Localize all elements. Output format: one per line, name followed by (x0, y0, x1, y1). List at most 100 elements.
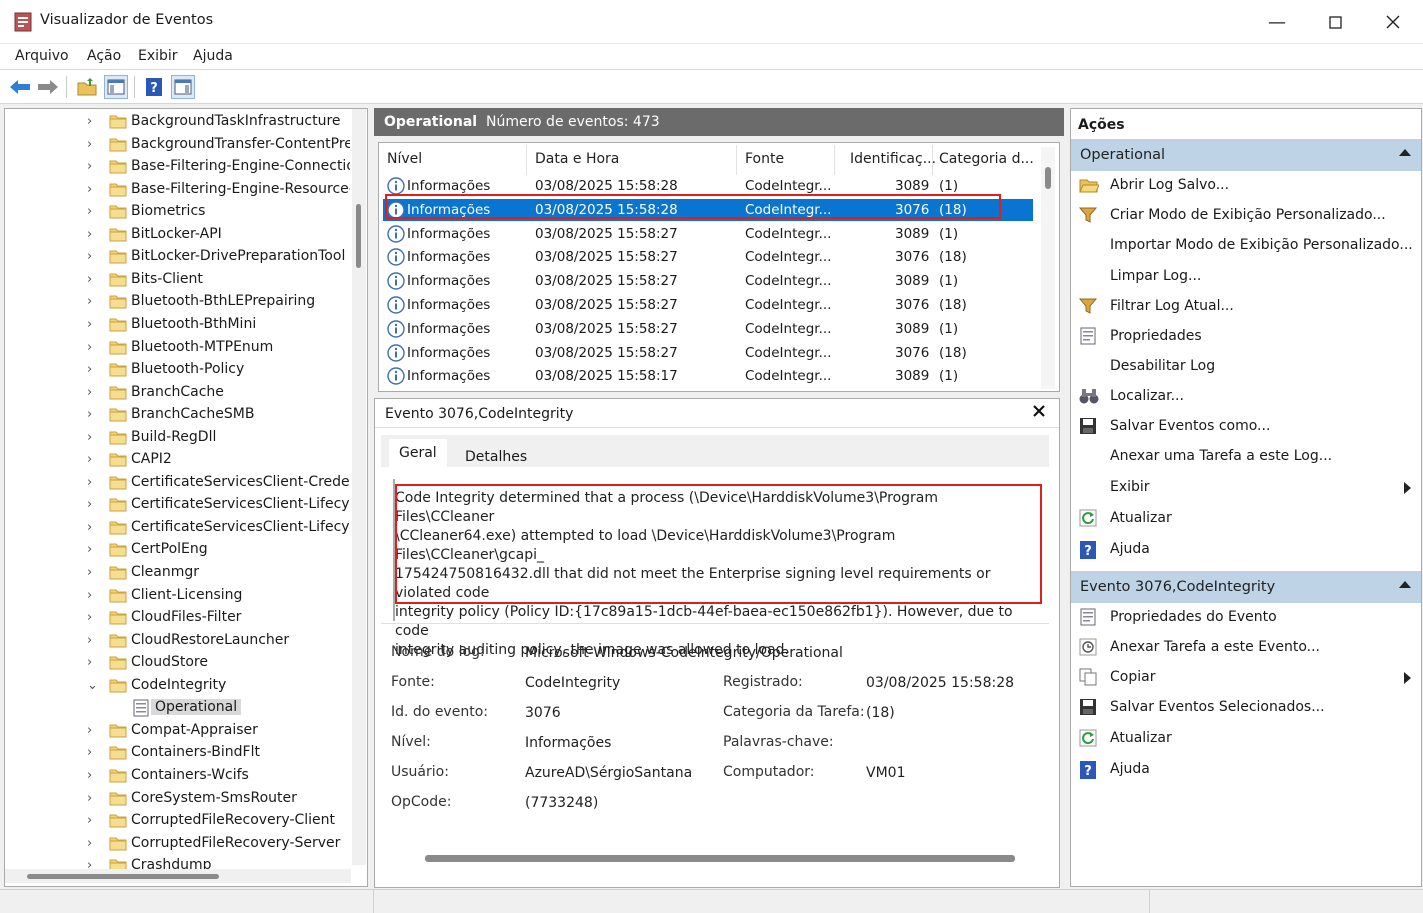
action-item[interactable]: ? Ajuda (1071, 756, 1421, 784)
chevron-right-icon[interactable]: › (87, 340, 99, 355)
up-folder-button[interactable] (75, 75, 99, 99)
tree-item[interactable]: › CorruptedFileRecovery-Client (5, 810, 350, 832)
tree-item[interactable]: › BackgroundTransfer-ContentPref (5, 134, 350, 156)
action-item[interactable]: Exibir (1071, 474, 1421, 502)
chevron-right-icon[interactable]: › (87, 520, 99, 535)
chevron-right-icon[interactable]: › (87, 294, 99, 309)
tree-item[interactable]: › Bluetooth-Policy (5, 359, 350, 381)
chevron-right-icon[interactable]: › (87, 385, 99, 400)
tree-item[interactable]: › Bits-Client (5, 269, 350, 291)
column-header-category[interactable]: Categoria d... (939, 151, 1034, 167)
tree-item[interactable]: › CorruptedFileRecovery-Server (5, 833, 350, 855)
tree-item[interactable]: › Base-Filtering-Engine-Connectio (5, 156, 350, 178)
tree-item[interactable]: › Bluetooth-MTPEnum (5, 337, 350, 359)
chevron-right-icon[interactable]: › (87, 317, 99, 332)
action-item[interactable]: Anexar Tarefa a este Evento... (1071, 634, 1421, 662)
chevron-right-icon[interactable]: › (87, 475, 99, 490)
show-hide-tree-button[interactable] (104, 75, 128, 99)
event-row[interactable]: Informações 03/08/2025 15:58:27 CodeIntegr… (383, 246, 1033, 268)
action-item[interactable]: Anexar uma Tarefa a este Log... (1071, 443, 1421, 471)
action-item[interactable]: Importar Modo de Exibição Personalizado.… (1071, 232, 1421, 260)
event-row[interactable]: Informações 03/08/2025 15:58:27 CodeIntegr… (383, 223, 1033, 245)
actions-section-header-log[interactable]: Operational (1071, 139, 1421, 171)
chevron-right-icon[interactable]: › (87, 204, 99, 219)
chevron-right-icon[interactable]: › (87, 813, 99, 828)
tree-horizontal-scrollbar[interactable] (5, 869, 351, 883)
column-header-source[interactable]: Fonte (745, 151, 784, 167)
tree-item[interactable]: › CloudRestoreLauncher (5, 630, 350, 652)
tree-item[interactable]: › BitLocker-DrivePreparationTool (5, 246, 350, 268)
tree-scroll-thumb[interactable] (356, 204, 361, 268)
chevron-right-icon[interactable]: › (87, 791, 99, 806)
event-row[interactable]: Informações 03/08/2025 15:58:27 CodeIntegr… (383, 318, 1033, 340)
chevron-right-icon[interactable]: › (87, 272, 99, 287)
chevron-right-icon[interactable]: › (87, 114, 99, 129)
column-divider[interactable] (526, 145, 527, 175)
chevron-right-icon[interactable]: › (87, 610, 99, 625)
back-button[interactable] (8, 75, 32, 99)
menu-arquivo[interactable]: Arquivo (15, 48, 69, 64)
chevron-right-icon[interactable]: › (87, 565, 99, 580)
action-item[interactable]: Copiar (1071, 664, 1421, 692)
tree-item[interactable]: ⌄ CodeIntegrity (5, 675, 350, 697)
column-header-datetime[interactable]: Data e Hora (535, 151, 619, 167)
action-item[interactable]: Criar Modo de Exibição Personalizado... (1071, 202, 1421, 230)
detail-hscroll-thumb[interactable] (425, 855, 1015, 862)
chevron-right-icon[interactable]: › (87, 542, 99, 557)
chevron-right-icon[interactable]: › (87, 137, 99, 152)
action-item[interactable]: Abrir Log Salvo... (1071, 172, 1421, 200)
actions-section-header-event[interactable]: Evento 3076,CodeIntegrity (1071, 571, 1421, 603)
chevron-right-icon[interactable]: › (87, 588, 99, 603)
menu-acao[interactable]: Ação (87, 48, 121, 64)
tree-item[interactable]: › BackgroundTaskInfrastructure (5, 111, 350, 133)
chevron-right-icon[interactable]: › (87, 227, 99, 242)
help-toolbar-button[interactable]: ? (142, 75, 166, 99)
action-item[interactable]: Filtrar Log Atual... (1071, 293, 1421, 321)
action-item[interactable]: Propriedades do Evento (1071, 604, 1421, 632)
tree-item[interactable]: › CertificateServicesClient-Credenti (5, 472, 350, 494)
chevron-right-icon[interactable]: › (87, 430, 99, 445)
action-item[interactable]: ? Ajuda (1071, 536, 1421, 564)
chevron-right-icon[interactable]: › (87, 768, 99, 783)
minimize-button[interactable]: — (1254, 4, 1300, 40)
close-button[interactable] (1370, 4, 1416, 40)
event-row[interactable]: Informações 03/08/2025 15:58:27 CodeIntegr… (383, 342, 1033, 364)
tree-item[interactable]: › BranchCache (5, 382, 350, 404)
chevron-right-icon[interactable]: › (87, 452, 99, 467)
column-header-event-id[interactable]: Identificaç... (850, 151, 936, 167)
action-item[interactable]: Propriedades (1071, 323, 1421, 351)
chevron-right-icon[interactable]: › (87, 723, 99, 738)
show-hide-actions-button[interactable] (171, 75, 195, 99)
events-vertical-scrollbar[interactable] (1041, 147, 1055, 389)
action-item[interactable]: Salvar Eventos como... (1071, 413, 1421, 441)
tree-item[interactable]: › Containers-BindFlt (5, 742, 350, 764)
action-item[interactable]: Atualizar (1071, 505, 1421, 533)
tree-item[interactable]: › BranchCacheSMB (5, 404, 350, 426)
tree-hscroll-thumb[interactable] (27, 874, 219, 879)
chevron-right-icon[interactable]: › (87, 249, 99, 264)
action-item[interactable]: Salvar Eventos Selecionados... (1071, 694, 1421, 722)
action-item[interactable]: Limpar Log... (1071, 263, 1421, 291)
tree-item[interactable]: › Build-RegDll (5, 427, 350, 449)
action-item[interactable]: Atualizar (1071, 725, 1421, 753)
chevron-down-icon[interactable]: ⌄ (87, 678, 99, 693)
event-row[interactable]: Informações 03/08/2025 15:58:27 CodeIntegr… (383, 294, 1033, 316)
tree-item[interactable]: › Biometrics (5, 201, 350, 223)
chevron-right-icon[interactable]: › (87, 362, 99, 377)
tree-item[interactable]: › CAPI2 (5, 449, 350, 471)
chevron-right-icon[interactable]: › (87, 182, 99, 197)
tree-item[interactable]: › Containers-Wcifs (5, 765, 350, 787)
event-row[interactable]: Informações 03/08/2025 15:58:27 CodeIntegr… (383, 270, 1033, 292)
column-divider[interactable] (834, 145, 835, 175)
tab-detalhes[interactable]: Detalhes (455, 443, 537, 471)
tree-item[interactable]: › CertificateServicesClient-Lifecycle (5, 517, 350, 539)
tree-item[interactable]: › Bluetooth-BthMini (5, 314, 350, 336)
tree-item[interactable]: › CoreSystem-SmsRouter (5, 788, 350, 810)
column-divider[interactable] (932, 145, 933, 175)
event-row[interactable]: Informações 03/08/2025 15:58:17 CodeIntegr… (383, 365, 1033, 387)
tree-item[interactable]: › Client-Licensing (5, 585, 350, 607)
action-item[interactable]: Localizar... (1071, 383, 1421, 411)
action-item[interactable]: Desabilitar Log (1071, 353, 1421, 381)
tree-item[interactable]: › CloudFiles-Filter (5, 607, 350, 629)
tree-item[interactable]: › CloudStore (5, 652, 350, 674)
